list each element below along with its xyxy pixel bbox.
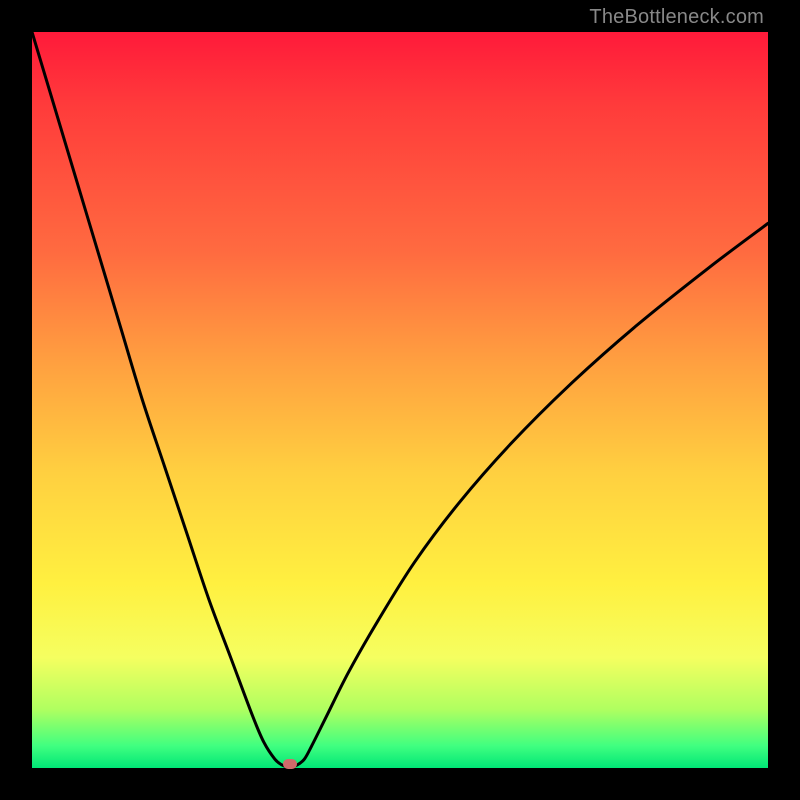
marker-dot bbox=[283, 759, 297, 769]
chart-plot-area bbox=[32, 32, 768, 768]
attribution-text: TheBottleneck.com bbox=[589, 6, 764, 29]
bottleneck-curve bbox=[32, 32, 768, 768]
